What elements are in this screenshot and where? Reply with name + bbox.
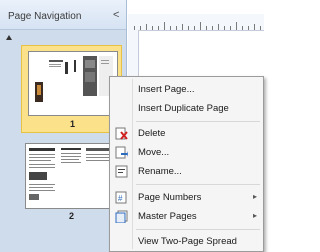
page-number-1: 1 — [69, 119, 75, 129]
menu-item-move[interactable]: Move... — [110, 143, 263, 162]
menu-item-delete[interactable]: Delete — [110, 124, 263, 143]
page-2-preview — [25, 143, 120, 209]
page-thumbnail-2[interactable]: 2 — [21, 141, 122, 221]
menu-separator — [136, 229, 260, 230]
page-thumbnail-1[interactable]: 1 — [21, 45, 122, 133]
menu-item-label: Insert Page... — [138, 84, 195, 95]
menu-item-insert-duplicate-page[interactable]: Insert Duplicate Page — [110, 99, 263, 118]
move-page-icon — [115, 146, 128, 159]
menu-item-master-pages[interactable]: Master Pages ▸ — [110, 207, 263, 226]
page-1-preview — [28, 51, 118, 116]
menu-item-view-two-page-spread[interactable]: View Two-Page Spread — [110, 232, 263, 251]
master-pages-icon — [115, 210, 128, 224]
page-number-2: 2 — [68, 211, 74, 221]
rename-page-icon — [115, 165, 128, 178]
page-2-preview-graphic — [29, 148, 114, 200]
page-numbers-icon: # — [115, 191, 128, 204]
menu-item-label: Move... — [138, 147, 170, 158]
horizontal-ruler[interactable] — [128, 14, 264, 31]
collapse-pane-button[interactable]: < — [113, 9, 119, 21]
menu-item-insert-page[interactable]: Insert Page... — [110, 80, 263, 99]
menu-item-rename[interactable]: Rename... — [110, 162, 263, 181]
expand-triangle-icon[interactable] — [6, 35, 12, 40]
menu-item-label: View Two-Page Spread — [138, 236, 237, 247]
nav-pane-title: Page Navigation — [8, 11, 82, 22]
delete-page-icon — [115, 127, 128, 140]
svg-text:#: # — [118, 194, 123, 203]
menu-separator — [136, 184, 260, 185]
menu-item-label: Delete — [138, 128, 166, 139]
submenu-arrow-icon: ▸ — [253, 192, 258, 201]
menu-separator — [136, 121, 260, 122]
nav-pane-header: Page Navigation < — [0, 0, 126, 30]
menu-item-label: Master Pages — [138, 211, 197, 222]
menu-item-page-numbers[interactable]: # Page Numbers ▸ — [110, 188, 263, 207]
submenu-arrow-icon: ▸ — [253, 211, 258, 220]
menu-item-label: Insert Duplicate Page — [138, 103, 229, 114]
menu-item-label: Rename... — [138, 166, 182, 177]
page-context-menu: Insert Page... Insert Duplicate Page Del… — [109, 76, 264, 252]
menu-item-label: Page Numbers — [138, 192, 202, 203]
page-navigation-pane: Page Navigation < 1 2 — [0, 0, 127, 252]
page-1-preview-graphic — [35, 56, 113, 102]
